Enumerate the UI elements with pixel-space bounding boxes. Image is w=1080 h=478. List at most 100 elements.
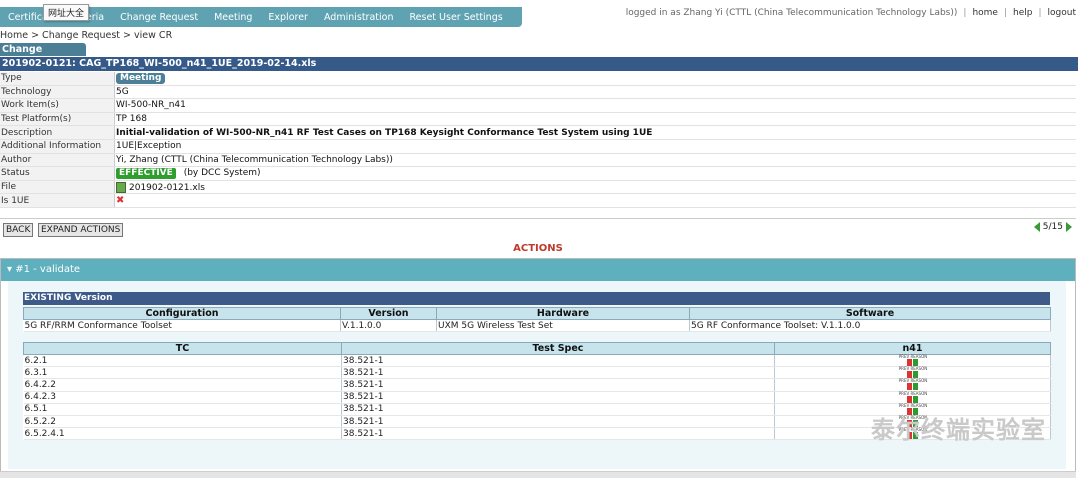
type-badge: Meeting [116, 72, 166, 84]
validate-action-header[interactable]: ▾ #1 - validate [1, 259, 1075, 281]
detail-row-technology: Technology 5G [0, 85, 1076, 100]
file-value: 201902-0121.xls [114, 180, 1076, 195]
previous-arrow-icon[interactable] [1033, 222, 1040, 232]
n41-status-cell: PREV REASON [774, 378, 1051, 392]
table-row: 6.4.2.3 38.521-1 PREV REASON [23, 391, 1051, 404]
detail-row-platforms: Test Platform(s) TP 168 [0, 112, 1076, 127]
additional-info-value: 1UE|Exception [114, 139, 1076, 154]
status-by: (by DCC System) [183, 167, 261, 178]
existing-version-header: EXISTING Version [23, 292, 1050, 305]
tc-spec: 38.521-1 [341, 354, 775, 368]
tc-id: 6.5.1 [23, 403, 342, 416]
status-icons[interactable]: PREV REASON [899, 367, 927, 379]
file-label: File [0, 180, 115, 195]
divider: | [963, 8, 967, 18]
tab-explorer[interactable]: Explorer [260, 12, 316, 23]
tab-administration[interactable]: Administration [316, 12, 402, 23]
detail-row-author: Author Yi, Zhang (CTTL (China Telecommun… [0, 153, 1076, 168]
tc-header-row: TC Test Spec n41 [23, 342, 1051, 355]
tab-meeting[interactable]: Meeting [206, 12, 260, 23]
type-label: Type [0, 72, 115, 86]
table-row: 6.3.1 38.521-1 PREV REASON [23, 366, 1051, 380]
action-bar: BACK EXPAND ACTIONS 5/15 [0, 218, 1076, 241]
author-value: Yi, Zhang (CTTL (China Telecommunication… [114, 153, 1076, 168]
config-row: 5G RF/RRM Conformance Toolset V.1.1.0.0 … [23, 319, 1051, 333]
config-col-hardware: Hardware [436, 307, 690, 320]
detail-row-status: Status EFFECTIVE (by DCC System) [0, 166, 1076, 181]
description-value: Initial-validation of WI-500-NR_n41 RF T… [114, 125, 1076, 140]
technology-value: 5G [114, 85, 1076, 100]
detail-row-file: File 201902-0121.xls [0, 180, 1076, 195]
tc-col-n41: n41 [774, 342, 1051, 355]
breadcrumb[interactable]: Home > Change Request > view CR [0, 30, 172, 41]
file-link[interactable]: 201902-0121.xls [129, 183, 205, 193]
browser-tooltip: 网址大全 [43, 4, 90, 21]
tc-spec: 38.521-1 [341, 366, 775, 380]
excel-file-icon [116, 181, 126, 193]
help-link[interactable]: help [1013, 8, 1032, 18]
detail-row-work-items: Work Item(s) WI-500-NR_n41 [0, 98, 1076, 113]
user-info-bar: logged in as Zhang Yi (CTTL (China Telec… [626, 8, 1076, 18]
platforms-value: TP 168 [114, 112, 1076, 127]
logout-link[interactable]: logout [1048, 8, 1076, 18]
status-icons[interactable]: PREV REASON [899, 355, 927, 367]
tc-col-test-spec: Test Spec [341, 342, 775, 355]
home-link[interactable]: home [972, 8, 998, 18]
actions-heading: ACTIONS [513, 243, 563, 254]
detail-row-type: Type Meeting [0, 72, 1076, 86]
pass-flag-icon [913, 395, 919, 403]
pass-flag-icon [913, 359, 919, 367]
status-label: Status [0, 166, 115, 181]
config-header-row: Configuration Version Hardware Software [23, 307, 1051, 320]
tc-spec: 38.521-1 [341, 415, 775, 429]
fail-flag-icon [907, 371, 913, 379]
n41-status-cell: PREV REASON [774, 354, 1051, 368]
table-row: 6.2.1 38.521-1 PREV REASON [23, 354, 1051, 368]
fail-flag-icon [907, 359, 913, 367]
is-1ue-label: Is 1UE [0, 193, 115, 208]
next-arrow-icon[interactable] [1066, 222, 1072, 232]
tc-spec: 38.521-1 [341, 391, 775, 404]
section-tab-change-request: Change Request [0, 43, 86, 68]
divider: | [1038, 8, 1042, 18]
pass-flag-icon [913, 383, 919, 391]
author-label: Author [0, 153, 115, 168]
config-cell: UXM 5G Wireless Test Set [436, 319, 690, 333]
tc-id: 6.4.2.2 [23, 378, 342, 392]
config-cell: 5G RF Conformance Toolset: V.1.1.0.0 [689, 319, 1051, 333]
fail-flag-icon [907, 383, 913, 391]
pass-flag-icon [913, 371, 919, 379]
configuration-table: Configuration Version Hardware Software … [23, 307, 1051, 333]
n41-status-cell: PREV REASON [774, 391, 1051, 404]
status-icons[interactable]: PREV REASON [899, 379, 927, 391]
is-1ue-value: ✖ [114, 193, 1076, 208]
back-button[interactable]: BACK [3, 223, 34, 237]
status-icons[interactable]: PREV REASON [899, 391, 927, 403]
expand-actions-button[interactable]: EXPAND ACTIONS [38, 223, 124, 237]
platforms-label: Test Platform(s) [0, 112, 115, 127]
cross-icon: ✖ [116, 195, 125, 207]
divider: | [1003, 8, 1008, 18]
config-col-version: Version [340, 307, 437, 320]
page-indicator: 5/15 [1042, 222, 1063, 232]
tc-id: 6.4.2.3 [23, 391, 342, 404]
work-items-value: WI-500-NR_n41 [114, 98, 1076, 113]
tc-id: 6.5.2.2 [23, 415, 342, 429]
logged-in-user: logged in as Zhang Yi (CTTL (China Telec… [625, 8, 958, 18]
tc-id: 6.5.2.4.1 [23, 427, 342, 441]
detail-row-is-1ue: Is 1UE ✖ [0, 193, 1076, 208]
work-items-label: Work Item(s) [0, 98, 115, 113]
description-label: Description [0, 125, 115, 140]
tc-spec: 38.521-1 [341, 403, 775, 416]
tab-reset-user-settings[interactable]: Reset User Settings [401, 12, 510, 23]
tab-change-request[interactable]: Change Request [112, 12, 206, 23]
detail-row-description: Description Initial-validation of WI-500… [0, 125, 1076, 140]
config-cell: 5G RF/RRM Conformance Toolset [23, 319, 341, 333]
top-navigation: Certification Criteria Change Request Me… [0, 0, 1080, 27]
tc-spec: 38.521-1 [341, 427, 775, 441]
pager: 5/15 [1033, 222, 1072, 232]
config-col-configuration: Configuration [23, 307, 341, 320]
type-value: Meeting [114, 72, 1076, 86]
tc-id: 6.2.1 [23, 354, 342, 368]
status-value: EFFECTIVE (by DCC System) [114, 166, 1076, 181]
